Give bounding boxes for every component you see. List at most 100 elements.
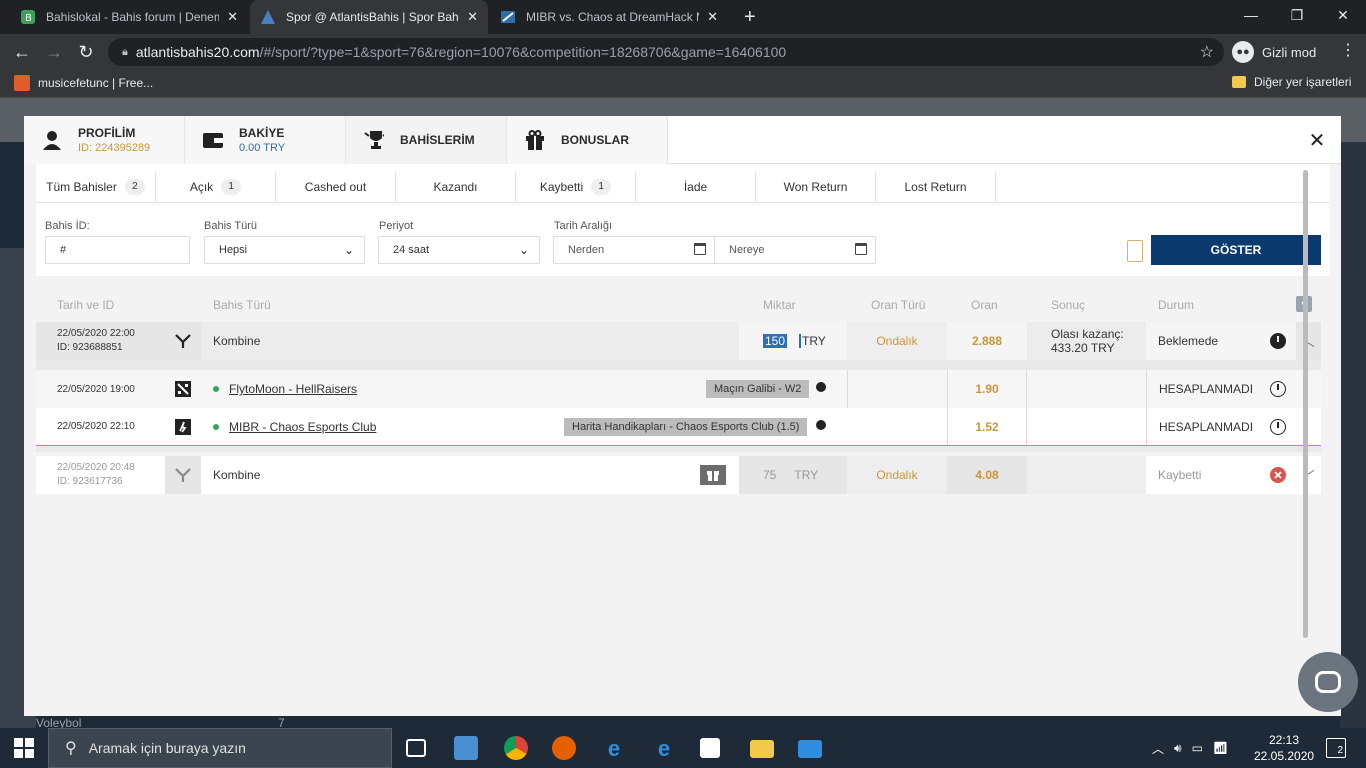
tab-label: BONUSLAR <box>561 133 629 147</box>
bet-id-value: # <box>60 244 67 256</box>
bet-id-input[interactable]: # <box>45 236 190 264</box>
bet-type: Kombine <box>201 456 739 494</box>
potential-win-value: 433.20 TRY <box>1051 341 1115 355</box>
bet-type-select[interactable]: Hepsi ⌄ <box>204 236 365 264</box>
restore-icon[interactable]: ❐ <box>1274 0 1320 30</box>
bets-table: Tarih ve ID Bahis Türü Miktar Oran Türü … <box>36 286 1330 706</box>
soundcloud-icon <box>14 75 30 91</box>
selection-row[interactable]: 22/05/2020 22:10 MIBR - Chaos Esports Cl… <box>36 408 1321 446</box>
potential-win: Olası kazanç: 433.20 TRY <box>1027 322 1146 360</box>
battery-icon[interactable]: ▭ <box>1192 741 1203 755</box>
clipboard-icon[interactable] <box>1127 240 1143 262</box>
show-button[interactable]: GÖSTER <box>1151 235 1321 265</box>
date-from-input[interactable]: Nerden <box>553 236 715 264</box>
modal-close-icon[interactable]: ✕ <box>1305 128 1329 152</box>
taskbar-clock[interactable]: 22:13 22.05.2020 <box>1254 732 1314 764</box>
close-tab-icon[interactable]: ✕ <box>467 9 478 25</box>
hltv-icon <box>500 9 516 25</box>
other-bookmarks[interactable]: Diğer yer işaretleri <box>1232 75 1351 89</box>
filter-tab-won-return[interactable]: Won Return <box>756 172 876 202</box>
tab-profile[interactable]: PROFİLİM ID: 224395289 <box>24 116 185 164</box>
bet-type-label: Kombine <box>213 334 261 348</box>
task-view-icon[interactable] <box>406 739 426 757</box>
tab-balance[interactable]: BAKİYE 0.00 TRY <box>185 116 346 164</box>
incognito-indicator[interactable]: ●● Gizli mod <box>1232 38 1328 66</box>
address-bar[interactable]: 🔒︎ atlantisbahis20.com /#/sport/?type=1&… <box>108 38 1224 66</box>
tab-label: BAHİSLERİM <box>400 133 475 147</box>
close-tab-icon[interactable]: ✕ <box>227 9 238 25</box>
filter-tab-label: Won Return <box>783 180 848 194</box>
close-tab-icon[interactable]: ✕ <box>707 9 718 25</box>
player-info-icon[interactable] <box>816 382 826 392</box>
firefox-icon[interactable] <box>552 736 576 760</box>
new-tab-button[interactable]: + <box>734 0 764 34</box>
menu-icon[interactable]: ⋮ <box>1340 40 1356 60</box>
explorer-icon[interactable] <box>750 740 774 758</box>
calendar-icon[interactable] <box>694 243 706 255</box>
bet-row[interactable]: 22/05/2020 22:00 ID: 923688851 Kombine 1… <box>36 322 1321 360</box>
bookmark-star-icon[interactable]: ☆ <box>1200 42 1214 62</box>
windows-start-icon[interactable] <box>14 738 34 758</box>
market-tag: Harita Handikapları - Chaos Esports Club… <box>564 418 808 436</box>
bet-status-tabs: Tüm Bahisler 2 Açık 1 Cashed out Kazandı K… <box>36 172 996 202</box>
volume-icon[interactable]: 🔊︎ <box>1174 741 1182 756</box>
browser-tab-bahislokal[interactable]: B Bahislokal - Bahis forum | Deneme ✕ <box>10 0 248 34</box>
filter-panel: Tüm Bahisler 2 Açık 1 Cashed out Kazandı K… <box>36 164 1330 276</box>
header-amount: Miktar <box>763 298 796 312</box>
window-close-icon[interactable]: ✕ <box>1320 0 1366 30</box>
tab-bonuses[interactable]: BONUSLAR <box>507 116 668 164</box>
filter-tab-lost[interactable]: Kaybetti 1 <box>516 172 636 202</box>
chevron-up-icon[interactable]: ︿ <box>1152 740 1164 757</box>
ie-icon[interactable]: e <box>602 736 626 761</box>
filter-tab-label: Lost Return <box>904 180 967 194</box>
calendar-icon[interactable] <box>855 243 867 255</box>
tab-my-bets[interactable]: BAHİSLERİM <box>346 116 507 164</box>
player-info-icon[interactable] <box>816 420 826 430</box>
account-tabs: PROFİLİM ID: 224395289 BAKİYE 0.00 TRY BAH… <box>24 116 1341 164</box>
match-link[interactable]: MIBR - Chaos Esports Club <box>229 420 376 434</box>
bet-row[interactable]: 22/05/2020 20:48 ID: 923617736 Kombine 7… <box>36 456 1321 494</box>
notification-icon[interactable]: 2 <box>1326 738 1346 758</box>
bet-result <box>1027 456 1146 494</box>
clock-icon <box>1260 370 1296 408</box>
incognito-icon: ●● <box>1232 41 1254 63</box>
store-icon[interactable] <box>700 738 720 758</box>
bet-amount: 150 TRY <box>739 322 847 360</box>
taskbar-search[interactable]: ⚲ Aramak için buraya yazın <box>48 728 392 768</box>
browser-tab-hltv[interactable]: MIBR vs. Chaos at DreamHack Mas ✕ <box>490 0 728 34</box>
filter-tab-cashed-out[interactable]: Cashed out <box>276 172 396 202</box>
filter-tab-all[interactable]: Tüm Bahisler 2 <box>36 172 156 202</box>
windows-taskbar: ⚲ Aramak için buraya yazın e e ︿ 🔊︎ ▭ 📶︎… <box>0 728 1366 768</box>
modal-scrollbar[interactable] <box>1303 170 1308 638</box>
date-to-input[interactable]: Nereye <box>714 236 876 264</box>
filter-tab-open[interactable]: Açık 1 <box>156 172 276 202</box>
bet-type-label: Bahis Türü <box>204 220 257 232</box>
back-icon[interactable]: ← <box>10 40 34 64</box>
forward-icon[interactable]: → <box>42 40 66 64</box>
filter-tab-refund[interactable]: İade <box>636 172 756 202</box>
mail-icon[interactable] <box>798 740 822 758</box>
edge-icon[interactable]: e <box>652 736 676 761</box>
live-chat-button[interactable] <box>1298 652 1358 712</box>
chevron-up-icon[interactable]: ︿ <box>1296 322 1321 360</box>
period-select[interactable]: 24 saat ⌄ <box>378 236 540 264</box>
filter-tab-won[interactable]: Kazandı <box>396 172 516 202</box>
bet-odds: 4.08 <box>947 456 1027 494</box>
bet-date: 22/05/2020 20:48 <box>57 462 135 473</box>
selection-row[interactable]: 22/05/2020 19:00 FlytoMoon - HellRaisers… <box>36 370 1321 408</box>
filter-tab-lost-return[interactable]: Lost Return <box>876 172 996 202</box>
header-odds: Oran <box>971 298 998 312</box>
reload-icon[interactable]: ↻ <box>74 40 98 64</box>
bookmark-musicefetunc[interactable]: musicefetunc | Free... <box>14 75 153 91</box>
date-range-label: Tarih Aralığı <box>554 220 613 232</box>
selection-date: 22/05/2020 19:00 <box>57 383 135 395</box>
browser-tab-atlantis[interactable]: Spor @ AtlantisBahis | Spor Bahisi ✕ <box>250 0 488 34</box>
chrome-icon[interactable] <box>504 736 528 760</box>
match-link[interactable]: FlytoMoon - HellRaisers <box>229 382 357 396</box>
minimize-icon[interactable]: — <box>1228 0 1274 30</box>
period-value: 24 saat <box>393 244 430 256</box>
chevron-down-icon[interactable]: ﹀ <box>1296 456 1321 494</box>
app-icon[interactable] <box>454 736 478 760</box>
amount-currency: TRY <box>794 468 819 482</box>
wifi-icon[interactable]: 📶︎ <box>1213 741 1228 755</box>
